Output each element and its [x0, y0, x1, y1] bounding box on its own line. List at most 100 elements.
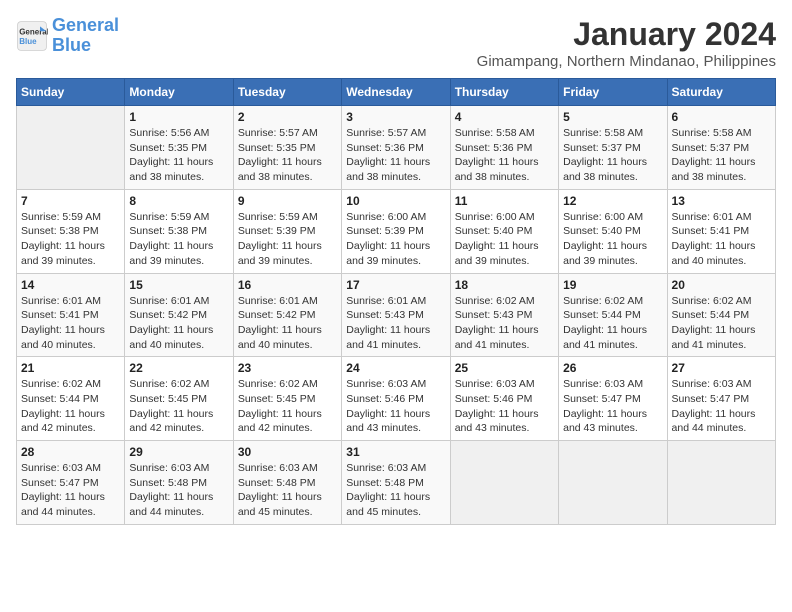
- day-info: Sunrise: 6:01 AM Sunset: 5:42 PM Dayligh…: [238, 294, 337, 353]
- day-number: 5: [563, 110, 662, 124]
- week-row-4: 21Sunrise: 6:02 AM Sunset: 5:44 PM Dayli…: [17, 357, 776, 441]
- calendar-cell: 25 Sunrise: 6:03 AM Sunset: 5:46 PM Dayli…: [450, 357, 558, 441]
- day-number: 2: [238, 110, 337, 124]
- calendar-cell: 30Sunrise: 6:03 AM Sunset: 5:48 PM Dayli…: [233, 441, 341, 525]
- day-info: Sunrise: 5:57 AM Sunset: 5:35 PM Dayligh…: [238, 126, 337, 185]
- page-header: General Blue General Blue January 2024 G…: [16, 16, 776, 70]
- day-info: Sunrise: 6:01 AM Sunset: 5:43 PM Dayligh…: [346, 294, 445, 353]
- header-cell-saturday: Saturday: [667, 79, 775, 106]
- day-number: 19: [563, 278, 662, 292]
- calendar-cell: 19 Sunrise: 6:02 AM Sunset: 5:44 PM Dayli…: [559, 273, 667, 357]
- calendar-cell: 10 Sunrise: 6:00 AM Sunset: 5:39 PM Dayli…: [342, 189, 450, 273]
- day-number: 6: [672, 110, 771, 124]
- day-number: 15: [129, 278, 228, 292]
- calendar-cell: 11Sunrise: 6:00 AM Sunset: 5:40 PM Dayli…: [450, 189, 558, 273]
- day-info: Sunrise: 5:59 AM Sunset: 5:38 PM Dayligh…: [21, 210, 120, 269]
- calendar-cell: 8 Sunrise: 5:59 AM Sunset: 5:38 PM Daylig…: [125, 189, 233, 273]
- day-number: 30: [238, 445, 337, 459]
- day-number: 7: [21, 194, 120, 208]
- header-row: SundayMondayTuesdayWednesdayThursdayFrid…: [17, 79, 776, 106]
- day-info: Sunrise: 6:03 AM Sunset: 5:46 PM Dayligh…: [455, 377, 554, 436]
- day-number: 14: [21, 278, 120, 292]
- calendar-cell: [559, 441, 667, 525]
- day-info: Sunrise: 6:01 AM Sunset: 5:41 PM Dayligh…: [672, 210, 771, 269]
- calendar-cell: 29 Sunrise: 6:03 AM Sunset: 5:48 PM Dayli…: [125, 441, 233, 525]
- day-info: Sunrise: 6:03 AM Sunset: 5:48 PM Dayligh…: [346, 461, 445, 520]
- day-info: Sunrise: 6:02 AM Sunset: 5:44 PM Dayligh…: [672, 294, 771, 353]
- day-number: 4: [455, 110, 554, 124]
- day-info: Sunrise: 5:58 AM Sunset: 5:37 PM Dayligh…: [563, 126, 662, 185]
- day-info: Sunrise: 6:03 AM Sunset: 5:47 PM Dayligh…: [563, 377, 662, 436]
- calendar-cell: 3 Sunrise: 5:57 AM Sunset: 5:36 PM Daylig…: [342, 106, 450, 190]
- day-info: Sunrise: 6:02 AM Sunset: 5:44 PM Dayligh…: [563, 294, 662, 353]
- calendar-cell: 20 Sunrise: 6:02 AM Sunset: 5:44 PM Dayli…: [667, 273, 775, 357]
- day-number: 22: [129, 361, 228, 375]
- day-number: 25: [455, 361, 554, 375]
- day-number: 27: [672, 361, 771, 375]
- logo-line1: General: [52, 15, 119, 35]
- calendar-cell: 17 Sunrise: 6:01 AM Sunset: 5:43 PM Dayli…: [342, 273, 450, 357]
- calendar-cell: 15 Sunrise: 6:01 AM Sunset: 5:42 PM Dayli…: [125, 273, 233, 357]
- header-cell-friday: Friday: [559, 79, 667, 106]
- day-info: Sunrise: 6:02 AM Sunset: 5:45 PM Dayligh…: [129, 377, 228, 436]
- day-info: Sunrise: 6:00 AM Sunset: 5:39 PM Dayligh…: [346, 210, 445, 269]
- day-number: 13: [672, 194, 771, 208]
- day-info: Sunrise: 5:59 AM Sunset: 5:38 PM Dayligh…: [129, 210, 228, 269]
- day-info: Sunrise: 6:01 AM Sunset: 5:41 PM Dayligh…: [21, 294, 120, 353]
- calendar-cell: 13 Sunrise: 6:01 AM Sunset: 5:41 PM Dayli…: [667, 189, 775, 273]
- day-info: Sunrise: 6:02 AM Sunset: 5:43 PM Dayligh…: [455, 294, 554, 353]
- calendar-cell: 14 Sunrise: 6:01 AM Sunset: 5:41 PM Dayli…: [17, 273, 125, 357]
- calendar-cell: 31Sunrise: 6:03 AM Sunset: 5:48 PM Dayli…: [342, 441, 450, 525]
- calendar-cell: 9Sunrise: 5:59 AM Sunset: 5:39 PM Daylig…: [233, 189, 341, 273]
- calendar-cell: [450, 441, 558, 525]
- logo-text: General Blue: [52, 16, 119, 56]
- logo: General Blue General Blue: [16, 16, 119, 56]
- day-number: 16: [238, 278, 337, 292]
- calendar-cell: 21Sunrise: 6:02 AM Sunset: 5:44 PM Dayli…: [17, 357, 125, 441]
- day-info: Sunrise: 5:56 AM Sunset: 5:35 PM Dayligh…: [129, 126, 228, 185]
- day-number: 18: [455, 278, 554, 292]
- header-cell-thursday: Thursday: [450, 79, 558, 106]
- calendar-cell: 24 Sunrise: 6:03 AM Sunset: 5:46 PM Dayli…: [342, 357, 450, 441]
- day-info: Sunrise: 5:58 AM Sunset: 5:37 PM Dayligh…: [672, 126, 771, 185]
- calendar-body: 1Sunrise: 5:56 AM Sunset: 5:35 PM Daylig…: [17, 106, 776, 525]
- day-info: Sunrise: 6:01 AM Sunset: 5:42 PM Dayligh…: [129, 294, 228, 353]
- month-title: January 2024: [477, 16, 776, 53]
- day-number: 17: [346, 278, 445, 292]
- day-info: Sunrise: 5:57 AM Sunset: 5:36 PM Dayligh…: [346, 126, 445, 185]
- calendar-cell: 12Sunrise: 6:00 AM Sunset: 5:40 PM Dayli…: [559, 189, 667, 273]
- calendar-table: SundayMondayTuesdayWednesdayThursdayFrid…: [16, 78, 776, 525]
- day-number: 20: [672, 278, 771, 292]
- day-number: 10: [346, 194, 445, 208]
- calendar-cell: [17, 106, 125, 190]
- header-cell-sunday: Sunday: [17, 79, 125, 106]
- calendar-cell: 7 Sunrise: 5:59 AM Sunset: 5:38 PM Daylig…: [17, 189, 125, 273]
- day-number: 9: [238, 194, 337, 208]
- day-number: 29: [129, 445, 228, 459]
- day-number: 26: [563, 361, 662, 375]
- calendar-cell: 6 Sunrise: 5:58 AM Sunset: 5:37 PM Daylig…: [667, 106, 775, 190]
- calendar-cell: 18 Sunrise: 6:02 AM Sunset: 5:43 PM Dayli…: [450, 273, 558, 357]
- day-info: Sunrise: 6:03 AM Sunset: 5:46 PM Dayligh…: [346, 377, 445, 436]
- week-row-2: 7 Sunrise: 5:59 AM Sunset: 5:38 PM Daylig…: [17, 189, 776, 273]
- day-number: 24: [346, 361, 445, 375]
- calendar-cell: 23Sunrise: 6:02 AM Sunset: 5:45 PM Dayli…: [233, 357, 341, 441]
- week-row-1: 1Sunrise: 5:56 AM Sunset: 5:35 PM Daylig…: [17, 106, 776, 190]
- calendar-cell: 28 Sunrise: 6:03 AM Sunset: 5:47 PM Dayli…: [17, 441, 125, 525]
- svg-text:Blue: Blue: [19, 37, 37, 46]
- day-number: 8: [129, 194, 228, 208]
- day-number: 3: [346, 110, 445, 124]
- logo-line2: Blue: [52, 35, 91, 55]
- header-cell-wednesday: Wednesday: [342, 79, 450, 106]
- calendar-cell: 22 Sunrise: 6:02 AM Sunset: 5:45 PM Dayli…: [125, 357, 233, 441]
- calendar-cell: 27Sunrise: 6:03 AM Sunset: 5:47 PM Dayli…: [667, 357, 775, 441]
- header-cell-monday: Monday: [125, 79, 233, 106]
- calendar-header: SundayMondayTuesdayWednesdayThursdayFrid…: [17, 79, 776, 106]
- calendar-cell: 5 Sunrise: 5:58 AM Sunset: 5:37 PM Daylig…: [559, 106, 667, 190]
- location-subtitle: Gimampang, Northern Mindanao, Philippine…: [477, 53, 776, 70]
- day-info: Sunrise: 6:03 AM Sunset: 5:47 PM Dayligh…: [21, 461, 120, 520]
- title-block: January 2024 Gimampang, Northern Mindana…: [477, 16, 776, 70]
- day-number: 28: [21, 445, 120, 459]
- day-info: Sunrise: 6:03 AM Sunset: 5:48 PM Dayligh…: [129, 461, 228, 520]
- day-number: 21: [21, 361, 120, 375]
